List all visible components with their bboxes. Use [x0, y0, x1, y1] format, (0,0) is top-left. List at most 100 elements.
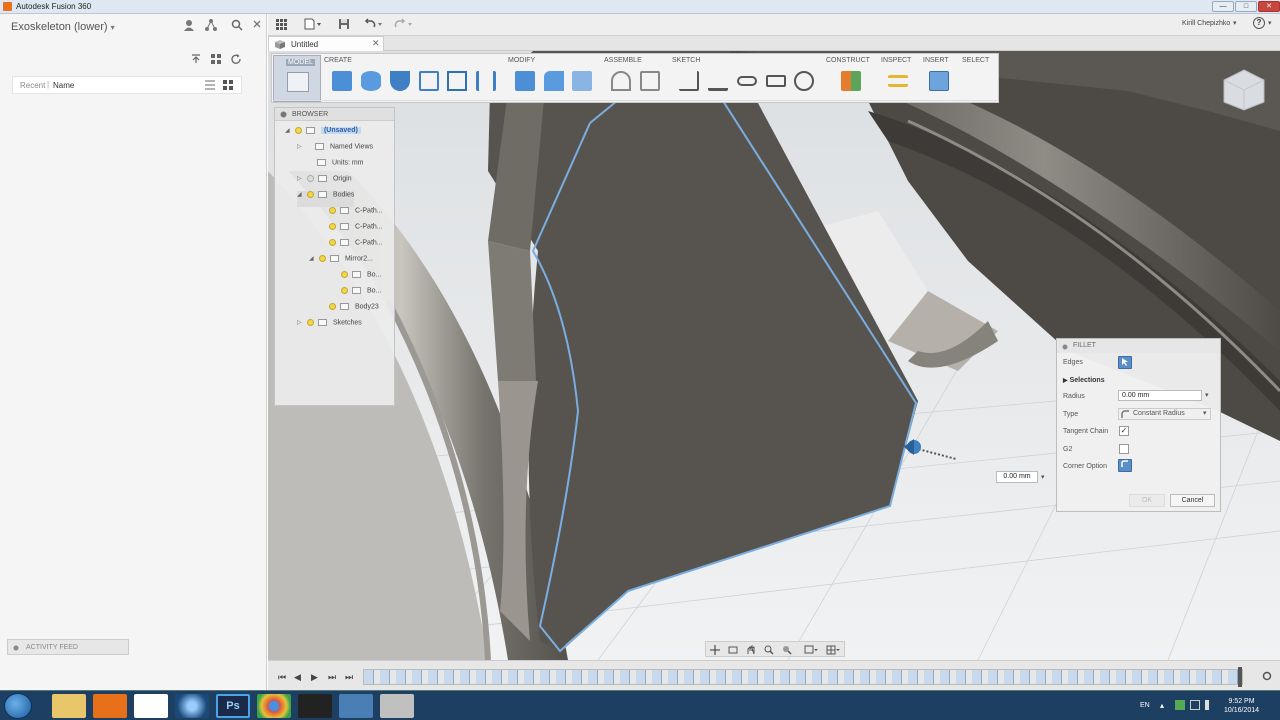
close-tab-icon[interactable]: ✕	[372, 38, 380, 49]
tree-item-units[interactable]: Units: mm	[317, 159, 364, 175]
thumbnail-view-icon[interactable]	[223, 80, 233, 92]
mirror-icon[interactable]	[476, 71, 496, 91]
user-name[interactable]: Kirill Chepizhko	[1182, 20, 1230, 27]
video-editor-icon[interactable]	[298, 694, 332, 718]
timeline-next-icon[interactable]: ⏭	[328, 672, 336, 683]
activity-feed-bar[interactable]: ACTIVITY FEED	[7, 639, 129, 655]
help-dropdown-icon[interactable]: ▾	[1268, 19, 1272, 27]
help-icon[interactable]: ?	[1253, 17, 1265, 29]
sketch-group-label[interactable]: SKETCH	[672, 57, 700, 64]
chrome-icon[interactable]	[257, 694, 291, 718]
measure-icon[interactable]	[888, 75, 908, 87]
explorer-icon[interactable]	[52, 694, 86, 718]
slot-icon[interactable]	[737, 76, 757, 86]
tray-app-icon[interactable]	[1175, 700, 1185, 710]
type-select[interactable]: Constant Radius ▾	[1118, 408, 1211, 420]
tree-item-body[interactable]: C-Path...	[329, 223, 383, 239]
new-component-icon[interactable]	[611, 71, 631, 91]
tree-item-body23[interactable]: Body23	[329, 303, 379, 319]
move-icon[interactable]	[419, 71, 439, 91]
browser-collapse-icon[interactable]	[280, 111, 287, 120]
timeline-play-icon[interactable]: ▶	[311, 672, 318, 683]
app-grid-icon[interactable]	[276, 19, 287, 32]
minimize-button[interactable]: —	[1212, 1, 1234, 12]
user-dropdown-icon[interactable]: ▾	[1233, 19, 1237, 27]
timeline-marker[interactable]	[1238, 667, 1242, 687]
radius-floating-input[interactable]: 0.00 mm	[996, 471, 1038, 483]
select-group-label[interactable]: SELECT	[962, 57, 989, 64]
share-icon[interactable]	[204, 19, 218, 33]
selections-group[interactable]: ▶ Selections	[1063, 377, 1105, 384]
tray-network-icon[interactable]	[1190, 700, 1200, 710]
tree-item-body[interactable]: Bo...	[341, 287, 381, 303]
fillet-icon[interactable]	[544, 71, 564, 91]
browser-header[interactable]: BROWSER	[275, 108, 394, 121]
list-view-icon[interactable]	[205, 80, 215, 92]
pattern-icon[interactable]	[447, 71, 467, 91]
redo-icon[interactable]	[394, 18, 414, 32]
upload-icon[interactable]	[189, 54, 203, 68]
orbit-icon[interactable]	[710, 645, 720, 657]
display-settings-icon[interactable]	[804, 645, 818, 657]
press-pull-icon[interactable]	[515, 71, 535, 91]
g2-checkbox[interactable]	[1119, 444, 1129, 454]
tree-item-origin[interactable]: ▷ Origin	[297, 175, 352, 191]
construct-group-label[interactable]: CONSTRUCT	[826, 57, 870, 64]
fillet-dialog-header[interactable]: FILLET	[1057, 339, 1220, 353]
grid-view-icon[interactable]	[209, 54, 223, 68]
revolve-icon[interactable]	[361, 71, 381, 91]
photoshop-icon[interactable]: Ps	[216, 694, 250, 718]
tree-item-body[interactable]: C-Path...	[329, 207, 383, 223]
corner-option-button[interactable]	[1118, 459, 1132, 472]
sweep-icon[interactable]	[390, 71, 410, 91]
grid-settings-icon[interactable]	[826, 645, 840, 657]
ok-button[interactable]: OK	[1129, 494, 1165, 507]
view-cube[interactable]	[1222, 68, 1266, 112]
edges-select-button[interactable]	[1118, 356, 1132, 369]
timeline-prev-icon[interactable]: ◀	[294, 672, 301, 683]
close-panel-icon[interactable]	[250, 19, 264, 33]
dialog-collapse-icon[interactable]	[1062, 343, 1068, 352]
sketch-arc-icon[interactable]	[708, 71, 728, 91]
tree-item-body[interactable]: C-Path...	[329, 239, 383, 255]
media-icon[interactable]	[175, 694, 209, 718]
maximize-button[interactable]: □	[1235, 1, 1257, 12]
file-menu-icon[interactable]	[304, 18, 322, 32]
name-sort-label[interactable]: Name	[53, 81, 74, 90]
undo-icon[interactable]	[364, 18, 384, 32]
timeline-features[interactable]	[363, 669, 1243, 685]
timeline-end-icon[interactable]: ⏭	[345, 672, 353, 683]
shell-icon[interactable]	[572, 71, 592, 91]
fusion-taskbar-icon[interactable]	[93, 694, 127, 718]
look-at-icon[interactable]	[728, 645, 738, 657]
tree-root[interactable]: ◢ (Unsaved)	[285, 127, 361, 143]
cancel-button[interactable]: Cancel	[1170, 494, 1215, 507]
timeline-start-icon[interactable]: ⏮	[278, 672, 286, 683]
tree-item-body[interactable]: Bo...	[341, 271, 381, 287]
timeline-settings-icon[interactable]	[1262, 671, 1272, 683]
floating-input-dropdown-icon[interactable]: ▾	[1041, 473, 1045, 481]
search-icon[interactable]	[230, 19, 244, 33]
windows-start-icon[interactable]	[4, 693, 32, 719]
tray-volume-icon[interactable]	[1205, 700, 1215, 710]
joint-icon[interactable]	[640, 71, 660, 91]
tangent-chain-checkbox[interactable]: ✓	[1119, 426, 1129, 436]
radius-input[interactable]: 0.00 mm	[1118, 390, 1202, 401]
tray-expand-icon[interactable]: ▴	[1160, 701, 1164, 710]
pan-icon[interactable]	[746, 644, 756, 657]
extrude-icon[interactable]	[332, 71, 352, 91]
sketch-line-icon[interactable]	[679, 71, 699, 91]
refresh-icon[interactable]	[229, 54, 243, 68]
save-icon[interactable]	[338, 18, 350, 32]
create-group-label[interactable]: CREATE	[324, 57, 352, 64]
zoom-icon[interactable]	[764, 645, 774, 657]
workspace-switcher[interactable]: MODEL	[273, 55, 321, 102]
language-indicator[interactable]: EN	[1140, 702, 1150, 709]
tree-item-mirror[interactable]: ◢ Mirror2...	[309, 255, 373, 271]
inspect-group-label[interactable]: INSPECT	[881, 57, 911, 64]
inventor-icon[interactable]	[134, 694, 168, 718]
user-icon[interactable]	[182, 19, 196, 33]
rectangle-icon[interactable]	[766, 75, 786, 87]
radius-dropdown-icon[interactable]: ▾	[1205, 391, 1209, 399]
tree-item-named-views[interactable]: ▷ Named Views	[297, 143, 373, 159]
